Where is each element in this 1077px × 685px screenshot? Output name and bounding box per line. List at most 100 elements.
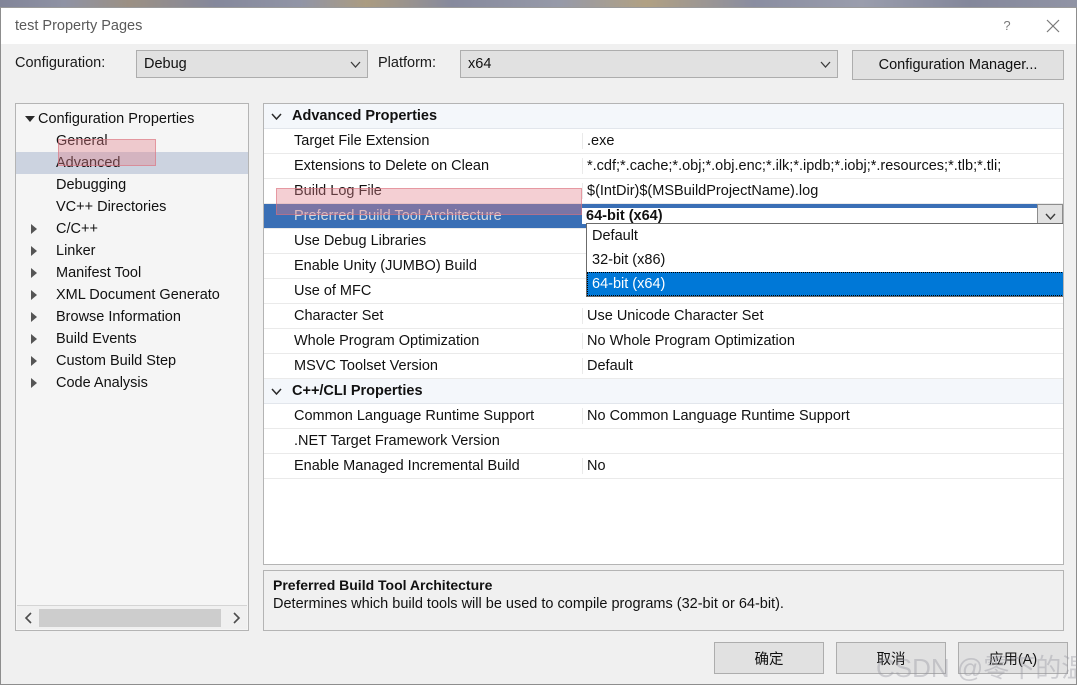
sidebar-item-label: Browse Information [56, 309, 181, 325]
sidebar-item-label: XML Document Generato [56, 287, 220, 303]
sidebar-item-custom-build-step[interactable]: Custom Build Step [16, 350, 248, 372]
property-value-editor[interactable]: 64-bit (x64) [582, 208, 1063, 224]
chevron-down-icon[interactable] [264, 112, 288, 120]
triangle-right-icon [26, 268, 42, 278]
triangle-right-icon [26, 334, 42, 344]
property-name: Preferred Build Tool Architecture [294, 208, 502, 224]
tree-horizontal-scrollbar[interactable] [17, 605, 247, 629]
property-value: Use Unicode Character Set [582, 308, 1063, 324]
sidebar-item-debugging[interactable]: Debugging [16, 174, 248, 196]
property-name: Use Debug Libraries [294, 233, 427, 249]
triangle-right-icon [26, 378, 42, 388]
sidebar-item-manifest-tool[interactable]: Manifest Tool [16, 262, 248, 284]
triangle-down-icon [22, 116, 38, 122]
sidebar-item-label: Custom Build Step [56, 353, 177, 369]
property-row[interactable]: Common Language Runtime Support No Common… [264, 404, 1063, 429]
property-row[interactable]: Character Set Use Unicode Character Set [264, 304, 1063, 329]
property-name: Target File Extension [294, 133, 430, 149]
triangle-right-icon [26, 246, 42, 256]
property-category-label: C++/CLI Properties [292, 383, 423, 399]
description-text: Determines which build tools will be use… [273, 596, 784, 612]
dropdown-option[interactable]: Default [587, 224, 1063, 248]
property-name: Whole Program Optimization [294, 333, 480, 349]
property-value: No Whole Program Optimization [582, 333, 1063, 349]
platform-label: Platform: [378, 55, 437, 71]
platform-select-value: x64 [468, 56, 492, 72]
property-category-header[interactable]: C++/CLI Properties [264, 379, 1063, 404]
sidebar-item-label: Build Events [56, 331, 137, 347]
property-row[interactable]: Build Log File $(IntDir)$(MSBuildProjectN… [264, 179, 1063, 204]
sidebar-item-vc-directories[interactable]: VC++ Directories [16, 196, 248, 218]
property-value: No [582, 458, 1063, 474]
property-row[interactable]: Whole Program Optimization No Whole Progr… [264, 329, 1063, 354]
sidebar-item-browse-information[interactable]: Browse Information [16, 306, 248, 328]
chevron-right-icon[interactable] [225, 607, 247, 629]
description-title: Preferred Build Tool Architecture [273, 577, 493, 593]
dialog-footer: 确定 取消 应用(A) [1, 636, 1077, 684]
sidebar-item-label: Linker [56, 243, 96, 259]
svg-text:?: ? [1003, 18, 1010, 33]
ok-button[interactable]: 确定 [714, 642, 824, 674]
window-title: test Property Pages [15, 18, 143, 34]
sidebar-item-build-events[interactable]: Build Events [16, 328, 248, 350]
configuration-label: Configuration: [15, 55, 106, 71]
close-button[interactable] [1030, 8, 1076, 44]
property-value: No Common Language Runtime Support [582, 408, 1063, 424]
property-value: Default [582, 358, 1063, 374]
dropdown-list[interactable]: Default 32-bit (x86) 64-bit (x64) [586, 223, 1063, 297]
chevron-down-icon [343, 61, 367, 68]
title-bar: test Property Pages ? [1, 8, 1076, 44]
sidebar-item-advanced[interactable]: Advanced [16, 152, 248, 174]
property-row[interactable]: Enable Managed Incremental Build No [264, 454, 1063, 479]
property-name: Enable Managed Incremental Build [294, 458, 520, 474]
property-name: Common Language Runtime Support [294, 408, 535, 424]
sidebar-item-label: Manifest Tool [56, 265, 142, 281]
platform-select[interactable]: x64 [460, 50, 838, 78]
sidebar-item-configuration-properties[interactable]: Configuration Properties [16, 108, 248, 130]
caption-buttons: ? [984, 8, 1076, 44]
sidebar-item-general[interactable]: General [16, 130, 248, 152]
property-value: .exe [582, 133, 1063, 149]
apply-button[interactable]: 应用(A) [958, 642, 1068, 674]
sidebar-item-label: Debugging [56, 177, 127, 193]
property-name: Extensions to Delete on Clean [294, 158, 490, 174]
sidebar-item-label: C/C++ [56, 221, 98, 237]
configuration-select[interactable]: Debug [136, 50, 368, 78]
description-panel: Preferred Build Tool Architecture Determ… [263, 570, 1064, 631]
help-button[interactable]: ? [984, 8, 1030, 44]
property-row[interactable]: Extensions to Delete on Clean *.cdf;*.cac… [264, 154, 1063, 179]
property-name: Use of MFC [294, 283, 372, 299]
sidebar-item-linker[interactable]: Linker [16, 240, 248, 262]
property-category-label: Advanced Properties [292, 108, 438, 124]
chevron-down-icon [813, 61, 837, 68]
property-row[interactable]: .NET Target Framework Version [264, 429, 1063, 454]
triangle-right-icon [26, 224, 42, 234]
configuration-select-value: Debug [144, 56, 187, 72]
chevron-left-icon[interactable] [17, 607, 39, 629]
triangle-right-icon [26, 356, 42, 366]
sidebar-item-code-analysis[interactable]: Code Analysis [16, 372, 248, 394]
property-name: .NET Target Framework Version [294, 433, 500, 449]
property-row[interactable]: MSVC Toolset Version Default [264, 354, 1063, 379]
dialog-body: Configuration Properties General Advanced D… [15, 98, 1064, 636]
triangle-right-icon [26, 290, 42, 300]
chevron-down-icon[interactable] [264, 387, 288, 395]
property-value: *.cdf;*.cache;*.obj;*.obj.enc;*.ilk;*.ip… [582, 158, 1063, 174]
property-name: Character Set [294, 308, 384, 324]
cancel-button[interactable]: 取消 [836, 642, 946, 674]
configuration-bar: Configuration: Debug Platform: x64 Confi… [1, 46, 1076, 86]
dropdown-option[interactable]: 64-bit (x64) [587, 272, 1063, 296]
configuration-manager-button[interactable]: Configuration Manager... [852, 50, 1064, 80]
property-grid: Advanced Properties Target File Extension… [263, 103, 1064, 565]
sidebar-item-label: Advanced [56, 155, 121, 171]
property-row[interactable]: Target File Extension .exe [264, 129, 1063, 154]
sidebar-item-xml-document-generato[interactable]: XML Document Generato [16, 284, 248, 306]
sidebar-item-label: Code Analysis [56, 375, 148, 391]
sidebar-item-c-c[interactable]: C/C++ [16, 218, 248, 240]
navigation-tree-panel: Configuration Properties General Advanced D… [15, 103, 249, 631]
dropdown-option[interactable]: 32-bit (x86) [587, 248, 1063, 272]
scrollbar-thumb[interactable] [39, 608, 221, 627]
property-category-header[interactable]: Advanced Properties [264, 104, 1063, 129]
property-name: Build Log File [294, 183, 382, 199]
sidebar-item-label: General [56, 133, 108, 149]
